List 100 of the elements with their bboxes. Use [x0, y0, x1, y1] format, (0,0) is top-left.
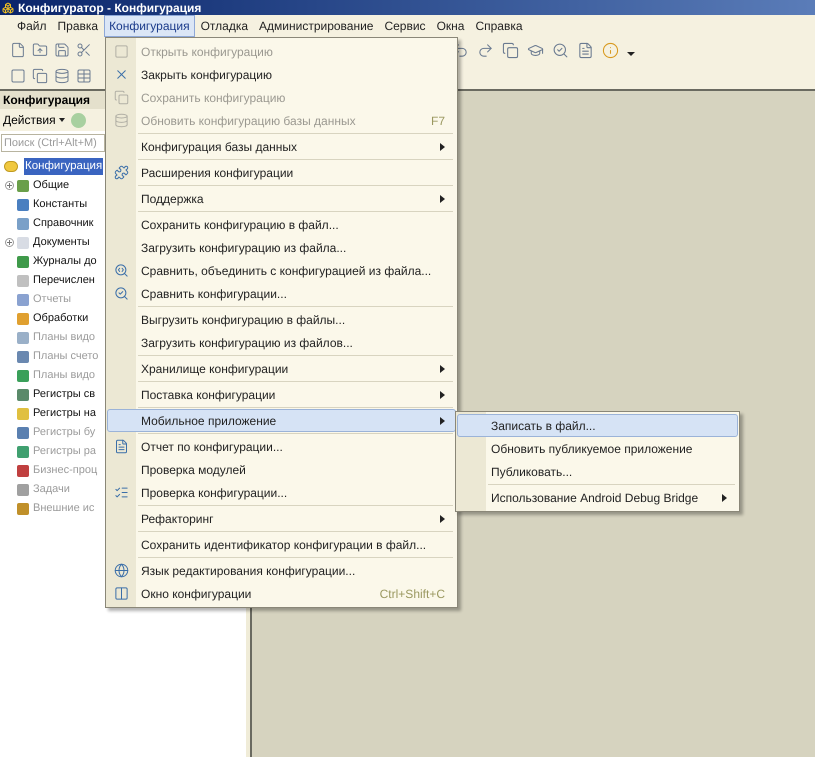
scissors-icon[interactable] — [76, 42, 92, 58]
tree-item[interactable]: Конфигурация — [24, 158, 104, 176]
shortcut-text: Ctrl+Shift+C — [380, 586, 445, 602]
tree-item[interactable]: Перечислен — [33, 272, 95, 289]
table-icon[interactable] — [76, 68, 92, 84]
tree-node-icon — [17, 446, 29, 458]
menu-item[interactable]: Поставка конфигурации — [107, 383, 456, 406]
document-icon[interactable] — [577, 42, 594, 58]
caret-icon[interactable] — [627, 52, 635, 56]
title-bar: Конфигуратор - Конфигурация — [0, 0, 815, 15]
menu-item[interactable]: Проверка конфигурации... — [107, 481, 456, 504]
menu-bar-item[interactable]: Отладка — [196, 15, 254, 37]
tree-node-icon — [17, 464, 29, 476]
menu-item[interactable]: Окно конфигурации Ctrl+Shift+C — [107, 582, 456, 605]
menu-item[interactable]: Сохранить конфигурацию в файл... — [107, 213, 456, 236]
magnifier-icon — [114, 286, 129, 301]
submenu-arrow-icon — [440, 390, 445, 398]
magnifier-icon — [114, 263, 129, 278]
redo-icon[interactable] — [477, 42, 494, 58]
menu-item[interactable]: Хранилище конфигурации — [107, 357, 456, 380]
floppy-icon[interactable] — [54, 42, 70, 58]
database-icon — [114, 113, 129, 128]
tree-node-icon — [17, 408, 29, 420]
menu-item[interactable]: Загрузить конфигурацию из файла... — [107, 236, 456, 259]
menu-item[interactable]: Закрыть конфигурацию — [107, 63, 456, 86]
actions-dropdown[interactable]: Действия — [3, 111, 65, 129]
database-icon[interactable] — [54, 68, 70, 84]
submenu-arrow-icon — [722, 494, 727, 502]
tree-node-icon — [17, 180, 29, 192]
tree-item[interactable]: Регистры св — [33, 386, 96, 403]
shortcut-text: F7 — [430, 112, 445, 130]
submenu-arrow-icon — [440, 514, 445, 522]
expand-icon[interactable] — [4, 238, 14, 247]
submenu-arrow-icon — [440, 142, 445, 150]
tree-node-icon — [17, 350, 29, 362]
app-icon — [2, 2, 14, 14]
tree-node-icon — [17, 312, 29, 324]
menu-bar-item[interactable]: Файл — [12, 15, 52, 37]
windows-icon[interactable] — [502, 42, 519, 58]
tree-node-icon — [17, 502, 29, 514]
menu-item[interactable]: Сравнить конфигурации... — [107, 282, 456, 305]
menu-item[interactable]: Публиковать... — [457, 460, 738, 483]
tree-item[interactable]: Документы — [33, 234, 90, 251]
document-icon — [114, 439, 129, 454]
square-icon[interactable] — [10, 68, 26, 84]
menu-item[interactable]: Использование Android Debug Bridge — [457, 486, 738, 509]
tree-item[interactable]: Общие — [33, 177, 70, 194]
tree-node-icon — [17, 236, 29, 248]
tree-item[interactable]: Журналы до — [33, 253, 97, 270]
menu-bar-item[interactable]: Конфигурация — [104, 15, 195, 37]
menu-item[interactable]: Обновить публикуемое приложение — [457, 437, 738, 460]
tree-node-icon — [17, 256, 29, 268]
menu-item[interactable]: Записать в файл... — [457, 414, 738, 437]
expand-icon[interactable] — [4, 181, 14, 190]
tree-node-icon — [17, 426, 29, 438]
folder-icon[interactable] — [32, 42, 48, 58]
help-search-icon[interactable] — [552, 42, 569, 58]
tree-node-icon — [17, 274, 29, 286]
tree-node-icon — [17, 388, 29, 400]
tree-item[interactable]: Обработки — [33, 310, 88, 327]
tree-node-icon — [17, 484, 29, 496]
tree-node-icon — [17, 198, 29, 210]
copy-icon — [114, 90, 129, 105]
menu-item[interactable]: Выгрузить конфигурацию в файлы... — [107, 308, 456, 331]
menu-item[interactable]: Отчет по конфигурации... — [107, 435, 456, 458]
tree-item[interactable]: Константы — [33, 196, 88, 213]
puzzle-icon — [114, 165, 129, 180]
submenu-arrow-icon — [440, 416, 445, 424]
info-icon[interactable] — [602, 42, 619, 58]
tree-node-icon — [17, 332, 29, 344]
menu-item[interactable]: Сравнить, объединить с конфигурацией из файла... — [107, 259, 456, 282]
menu-item[interactable]: Мобильное приложение — [107, 409, 456, 432]
tree-node-icon — [17, 370, 29, 382]
menu-bar-item[interactable]: Сервис — [379, 15, 431, 37]
menu-bar-item[interactable]: Окна — [432, 15, 470, 37]
menu-item[interactable]: Поддержка — [107, 187, 456, 210]
close-icon — [114, 67, 129, 82]
menu-item[interactable]: Расширения конфигурации — [107, 161, 456, 184]
square-icon — [114, 44, 129, 59]
globe-icon — [114, 563, 129, 578]
checklist-icon — [114, 485, 129, 500]
document-icon[interactable] — [10, 42, 26, 58]
menu-item[interactable]: Проверка модулей — [107, 458, 456, 481]
window-icon — [114, 586, 129, 601]
menu-item[interactable]: Язык редактирования конфигурации... — [107, 559, 456, 582]
submenu-arrow-icon — [440, 364, 445, 372]
menu-bar-item[interactable]: Справка — [470, 15, 528, 37]
tree-node-icon — [17, 294, 29, 306]
menu-item[interactable]: Рефакторинг — [107, 507, 456, 530]
menu-item[interactable]: Сохранить идентификатор конфигурации в файл... — [107, 533, 456, 556]
tree-item[interactable]: Регистры на — [33, 405, 96, 422]
search-field[interactable]: Поиск (Ctrl+Alt+M) — [1, 134, 105, 152]
tree-item[interactable]: Справочник — [33, 215, 94, 232]
tree-node-icon — [17, 218, 29, 230]
menu-item[interactable]: Загрузить конфигурацию из файлов... — [107, 331, 456, 354]
menu-bar-item[interactable]: Правка — [52, 15, 104, 37]
menu-bar-item[interactable]: Администрирование — [254, 15, 378, 37]
menu-item[interactable]: Конфигурация базы данных — [107, 135, 456, 158]
submenu-arrow-icon — [440, 194, 445, 202]
copy-icon[interactable] — [32, 68, 48, 84]
